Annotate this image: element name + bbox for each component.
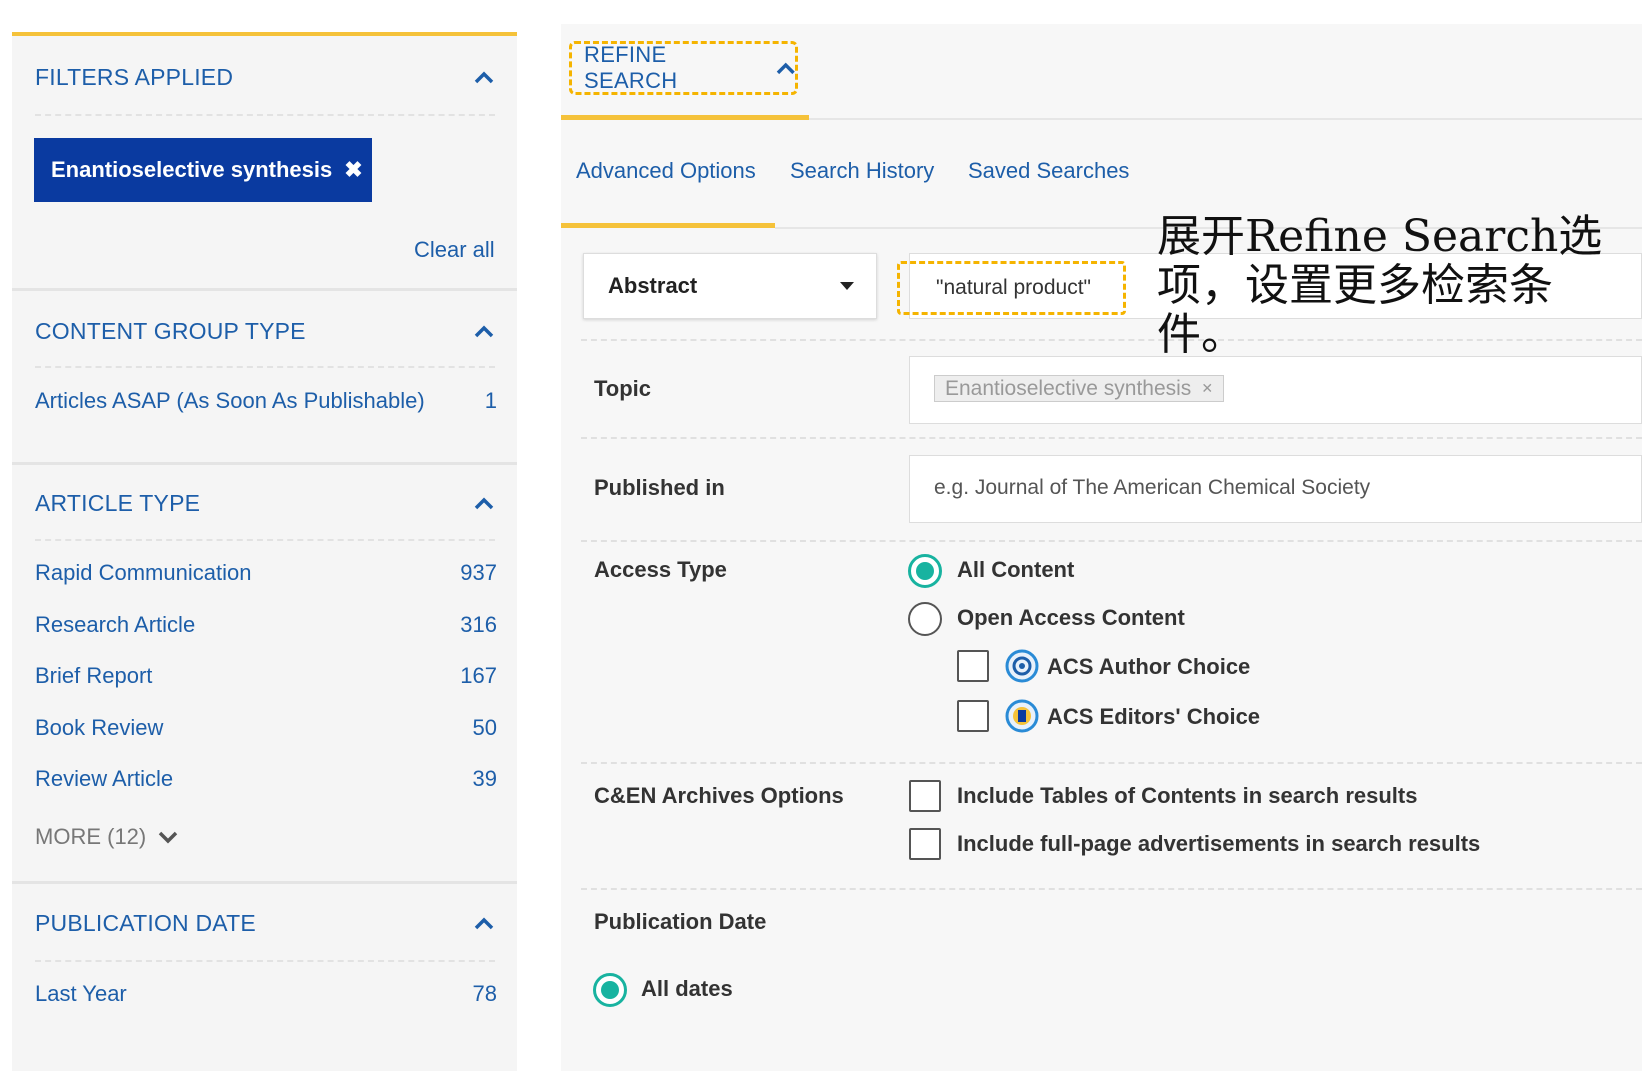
- facet-count: 78: [472, 981, 497, 1006]
- publication-date-label: Publication Date: [594, 909, 767, 934]
- access-type-label: Access Type: [594, 557, 727, 582]
- clear-all-link[interactable]: Clear all: [414, 237, 495, 263]
- facet-label: Review Article: [35, 766, 174, 791]
- publication-date-title: PUBLICATION DATE: [35, 910, 256, 936]
- published-in-field[interactable]: e.g. Journal of The American Chemical So…: [909, 455, 1642, 523]
- facet-item[interactable]: Last Year 78: [35, 981, 497, 1007]
- divider: [581, 888, 1642, 890]
- facet-label: Brief Report: [35, 663, 153, 688]
- divider: [581, 437, 1642, 439]
- divider: [581, 540, 1642, 542]
- include-toc-label: Include Tables of Contents in search res…: [957, 783, 1418, 808]
- acs-author-choice-label: ACS Author Choice: [1047, 654, 1251, 679]
- checkbox-include-toc[interactable]: [909, 780, 941, 812]
- divider: [809, 118, 1642, 120]
- refine-search-label: REFINE SEARCH: [584, 42, 678, 93]
- search-field-select[interactable]: Abstract: [583, 253, 877, 319]
- divider: [35, 114, 495, 116]
- applied-filter-label: Enantioselective synthesis: [51, 157, 333, 182]
- include-ads-label: Include full-page advertisements in sear…: [957, 831, 1481, 856]
- facet-item[interactable]: Review Article 39: [35, 766, 497, 792]
- divider: [581, 762, 1642, 764]
- facet-count: 167: [460, 663, 497, 688]
- topic-tag-label: Enantioselective synthesis: [945, 376, 1192, 400]
- facet-item[interactable]: Rapid Communication 937: [35, 560, 497, 586]
- chevron-up-icon[interactable]: [474, 916, 494, 930]
- topic-label: Topic: [594, 376, 652, 401]
- facet-item[interactable]: Articles ASAP (As Soon As Publishable) 1: [35, 388, 497, 414]
- filter-sidebar: FILTERS APPLIED Enantioselective synthes…: [12, 32, 517, 1071]
- facet-count: 50: [472, 715, 497, 740]
- all-dates-label: All dates: [641, 976, 733, 1001]
- divider: [35, 366, 495, 368]
- open-access-label: Open Access Content: [957, 605, 1185, 630]
- radio-all-content[interactable]: [908, 554, 942, 588]
- checkbox-acs-editors-choice[interactable]: [957, 700, 989, 732]
- show-more-button[interactable]: MORE (12): [35, 824, 178, 850]
- section-divider: [12, 288, 517, 291]
- topic-field[interactable]: Enantioselective synthesis ✕: [909, 356, 1642, 424]
- facet-count: 937: [460, 560, 497, 585]
- checkbox-include-ads[interactable]: [909, 828, 941, 860]
- divider: [35, 960, 495, 962]
- chevron-down-icon: [159, 831, 178, 844]
- remove-filter-icon[interactable]: ✖: [344, 157, 362, 183]
- checkbox-acs-author-choice[interactable]: [957, 650, 989, 682]
- search-field-value: Abstract: [608, 273, 698, 298]
- active-tab-indicator: [561, 223, 775, 228]
- article-type-title: ARTICLE TYPE: [35, 490, 201, 516]
- editors-choice-icon: [1005, 699, 1039, 733]
- chevron-up-icon[interactable]: [474, 496, 494, 510]
- dropdown-caret-icon: [840, 282, 854, 290]
- annotation-callout: 展开Refine Search选项，设置更多检索条件。: [1157, 211, 1603, 360]
- applied-filter-chip[interactable]: Enantioselective synthesis ✖: [34, 138, 372, 202]
- acs-editors-choice-label: ACS Editors' Choice: [1047, 704, 1261, 729]
- chevron-up-icon[interactable]: [474, 324, 494, 338]
- search-term-highlight: "natural product": [897, 261, 1126, 315]
- facet-count: 316: [460, 612, 497, 637]
- active-indicator: [561, 115, 809, 120]
- divider: [35, 539, 495, 541]
- remove-tag-icon[interactable]: ✕: [1201, 380, 1213, 397]
- chevron-up-icon[interactable]: [474, 70, 494, 84]
- facet-item[interactable]: Book Review 50: [35, 715, 497, 741]
- facet-label: Articles ASAP (As Soon As Publishable): [35, 388, 425, 413]
- facet-item[interactable]: Research Article 316: [35, 612, 497, 638]
- facet-count: 1: [484, 388, 497, 413]
- tab-saved-searches[interactable]: Saved Searches: [968, 158, 1129, 184]
- refine-search-panel: REFINE SEARCH Advanced Options Search Hi…: [561, 24, 1642, 1071]
- facet-item[interactable]: Brief Report 167: [35, 663, 497, 689]
- tab-search-history[interactable]: Search History: [790, 158, 934, 184]
- topic-tag[interactable]: Enantioselective synthesis ✕: [934, 375, 1225, 402]
- facet-label: Book Review: [35, 715, 164, 740]
- refine-search-toggle[interactable]: REFINE SEARCH: [569, 41, 798, 95]
- chevron-up-icon: [776, 62, 795, 75]
- published-in-placeholder: e.g. Journal of The American Chemical So…: [934, 476, 1371, 499]
- facet-label: Last Year: [35, 981, 127, 1006]
- radio-all-dates[interactable]: [593, 973, 627, 1007]
- show-more-label: MORE (12): [35, 824, 147, 849]
- published-in-label: Published in: [594, 475, 725, 500]
- facet-count: 39: [472, 766, 497, 791]
- all-content-label: All Content: [957, 557, 1075, 582]
- facet-label: Research Article: [35, 612, 196, 637]
- search-term-value: "natural product": [936, 276, 1091, 299]
- section-divider: [12, 881, 517, 884]
- facet-label: Rapid Communication: [35, 560, 252, 585]
- tab-advanced-options[interactable]: Advanced Options: [576, 158, 756, 184]
- radio-open-access[interactable]: [908, 602, 942, 636]
- section-divider: [12, 462, 517, 465]
- author-choice-icon: [1005, 649, 1039, 683]
- cen-archives-label: C&EN Archives Options: [594, 783, 844, 808]
- filters-applied-title: FILTERS APPLIED: [35, 64, 234, 90]
- content-group-type-title: CONTENT GROUP TYPE: [35, 318, 306, 344]
